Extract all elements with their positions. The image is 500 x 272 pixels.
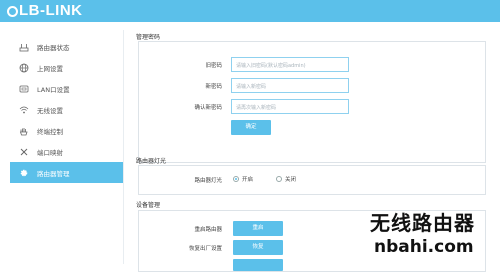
sidebar-item-port-mapping[interactable]: 端口映射 — [10, 141, 123, 162]
led-off-label: 关闭 — [285, 177, 297, 183]
sidebar-item-terminal[interactable]: 终端控制 — [10, 120, 123, 141]
led-section-title: 路由器灯光 — [136, 158, 167, 165]
lan-port-icon — [19, 84, 29, 94]
tools-icon — [19, 147, 29, 157]
wifi-icon — [19, 105, 29, 115]
radio-dot-icon — [233, 176, 239, 182]
brand-logo: LB-LINK — [7, 2, 83, 19]
led-label: 路由器灯光 — [194, 178, 222, 184]
radio-dot-icon — [276, 176, 282, 182]
old-password-label: 旧密码 — [205, 63, 222, 69]
sidebar-item-internet[interactable]: 上网设置 — [10, 57, 123, 78]
sidebar: 路由器状态 上网设置 LAN口设置 无线设置 终端控制 端口映射 路由器管理 — [10, 30, 124, 264]
sidebar-item-router-status[interactable]: 路由器状态 — [10, 36, 123, 57]
sidebar-item-label: 路由器状态 — [37, 43, 70, 52]
reboot-label: 重启路由器 — [194, 227, 222, 233]
factory-reset-button[interactable]: 恢复 — [233, 240, 283, 255]
logo-ring-icon — [7, 6, 18, 17]
old-password-field[interactable]: 请输入旧密码(默认密码admin) — [231, 57, 349, 72]
top-bar: LB-LINK — [0, 0, 500, 22]
led-on-radio[interactable]: 开启 — [233, 175, 253, 183]
factory-reset-label: 恢复出厂设置 — [188, 246, 222, 252]
logo-text: LB-LINK — [19, 2, 83, 19]
confirm-password-field[interactable]: 请再次输入新密码 — [231, 99, 349, 114]
sidebar-item-label: 终端控制 — [37, 127, 63, 136]
globe-icon — [19, 63, 29, 73]
watermark: 无线路由器 nbahi.com — [366, 207, 500, 264]
sidebar-item-label: LAN口设置 — [37, 85, 70, 94]
sidebar-item-label: 端口映射 — [37, 148, 63, 157]
sidebar-item-label: 无线设置 — [37, 106, 63, 115]
sidebar-item-label: 上网设置 — [37, 64, 63, 73]
reboot-button[interactable]: 重启 — [233, 221, 283, 236]
led-panel: 路由器灯光 开启 关闭 — [138, 165, 486, 195]
watermark-url: nbahi.com — [374, 237, 474, 257]
sidebar-item-label: 路由器管理 — [37, 169, 70, 178]
led-off-radio[interactable]: 关闭 — [276, 175, 296, 183]
sidebar-item-wireless[interactable]: 无线设置 — [10, 99, 123, 120]
sidebar-item-router-management[interactable]: 路由器管理 — [10, 162, 123, 183]
sidebar-item-lan[interactable]: LAN口设置 — [10, 78, 123, 99]
hand-control-icon — [19, 126, 29, 136]
watermark-title: 无线路由器 — [370, 211, 475, 235]
extra-action-button[interactable] — [233, 259, 283, 271]
gear-icon — [19, 168, 29, 178]
new-password-field[interactable]: 请输入新密码 — [231, 78, 349, 93]
led-on-label: 开启 — [242, 177, 254, 183]
new-password-label: 新密码 — [205, 84, 222, 90]
password-section-title: 管理密码 — [136, 34, 161, 41]
confirm-button[interactable]: 确定 — [231, 120, 271, 135]
password-panel: 旧密码 请输入旧密码(默认密码admin) 新密码 请输入新密码 确认新密码 请… — [138, 41, 486, 163]
router-status-icon — [19, 42, 29, 52]
confirm-password-label: 确认新密码 — [194, 105, 222, 111]
device-section-title: 设备管理 — [136, 202, 161, 209]
